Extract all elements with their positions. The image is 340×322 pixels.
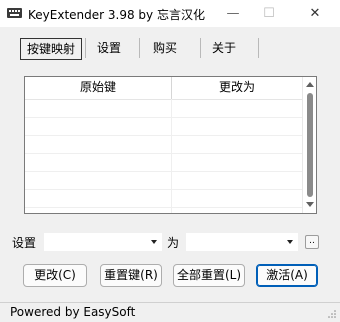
reset-all-button[interactable]: 全部重置(L) (173, 264, 245, 287)
header-underline (25, 99, 302, 100)
grid-row-line (25, 207, 302, 208)
status-bar: Powered by EasySoft (0, 302, 340, 322)
source-key-select[interactable] (44, 233, 162, 251)
minimize-button[interactable]: — (218, 0, 248, 27)
grid-row-line (25, 153, 302, 154)
resize-grip-icon[interactable] (327, 309, 337, 319)
keyboard-app-icon (7, 8, 22, 18)
more-options-button[interactable]: .. (305, 235, 319, 249)
tab-separator (200, 38, 201, 58)
vertical-scrollbar[interactable] (302, 77, 316, 213)
scrollbar-thumb[interactable] (307, 93, 313, 197)
grid-row-line (25, 135, 302, 136)
change-button[interactable]: 更改(C) (23, 264, 87, 287)
tab-separator (85, 38, 86, 58)
tab-separator (139, 38, 140, 58)
scroll-up-icon[interactable] (306, 82, 314, 87)
key-mapping-list[interactable]: 原始键 更改为 (24, 76, 317, 214)
chevron-down-icon (151, 240, 157, 244)
status-text: Powered by EasySoft (10, 305, 136, 319)
grid-row-line (25, 171, 302, 172)
grid-row-line (25, 189, 302, 190)
close-button[interactable]: ✕ (300, 0, 330, 27)
title-bar: KeyExtender 3.98 by 忘言汉化 — ☐ ✕ (0, 0, 340, 27)
tab-settings[interactable]: 设置 (90, 38, 128, 60)
activate-button[interactable]: 激活(A) (256, 264, 318, 287)
maximize-button[interactable]: ☐ (254, 0, 284, 27)
grid-row-line (25, 117, 302, 118)
column-header-original-key[interactable]: 原始键 (25, 77, 171, 99)
to-label: 为 (167, 236, 180, 250)
window-title: KeyExtender 3.98 by 忘言汉化 (28, 8, 205, 22)
setting-label: 设置 (12, 236, 37, 250)
tab-purchase[interactable]: 购买 (146, 38, 184, 60)
column-header-change-to[interactable]: 更改为 (172, 77, 302, 99)
tab-separator (258, 38, 259, 58)
target-key-select[interactable] (186, 233, 298, 251)
reset-key-button[interactable]: 重置键(R) (100, 264, 162, 287)
tab-key-mapping[interactable]: 按键映射 (20, 38, 82, 60)
tab-about[interactable]: 关于 (205, 38, 243, 60)
scroll-down-icon[interactable] (306, 202, 314, 207)
chevron-down-icon (287, 240, 293, 244)
